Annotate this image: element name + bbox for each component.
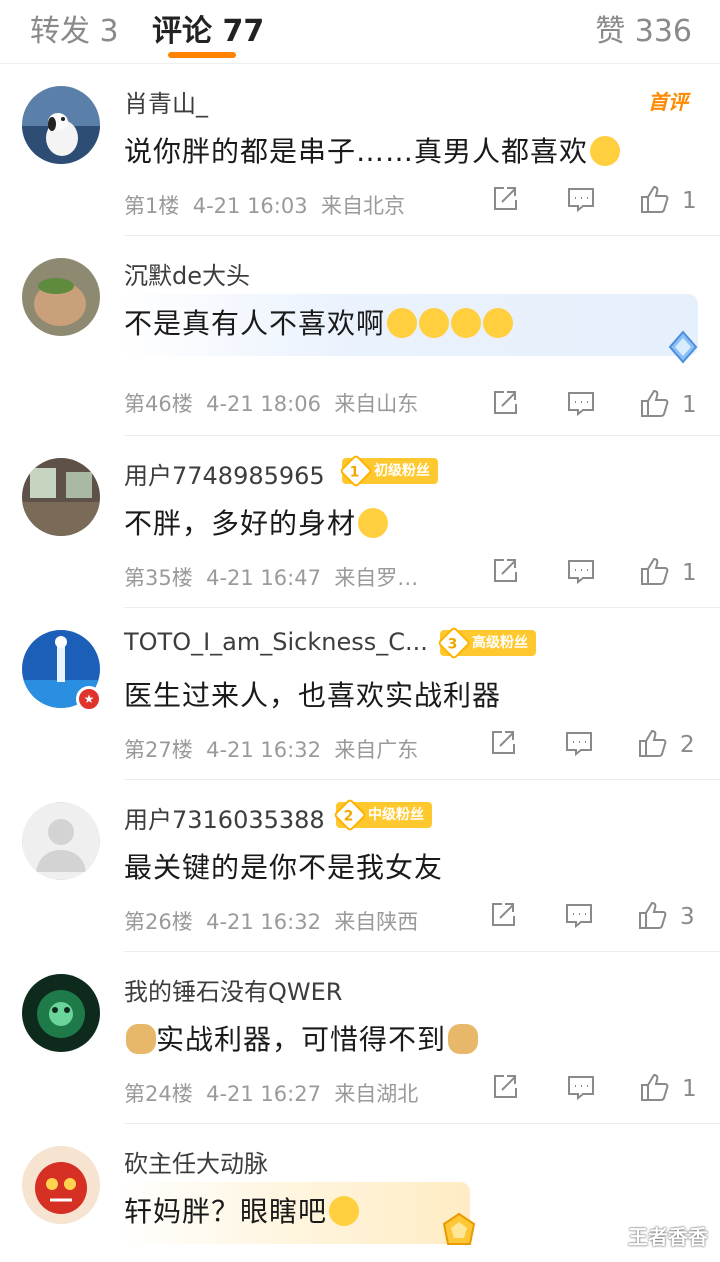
- like-icon[interactable]: [638, 728, 668, 758]
- comment-item: 沉默de大头 不是真有人不喜欢啊 第46楼 4-21 18:06 来自山东 1: [0, 236, 720, 418]
- like-icon[interactable]: [640, 184, 670, 214]
- tab-repost[interactable]: 转发 3: [30, 6, 119, 50]
- avatar[interactable]: [22, 86, 100, 164]
- verified-badge-icon: ★: [76, 686, 102, 712]
- comment-text: 不是真有人不喜欢啊: [124, 302, 514, 342]
- comment-meta: 第26楼 4-21 16:32 来自陕西: [124, 910, 419, 934]
- doge-emoji-icon: [448, 1024, 479, 1054]
- comment-text: 最关键的是你不是我女友: [124, 851, 444, 884]
- share-icon[interactable]: [488, 728, 518, 758]
- comment-item: 我的锤石没有QWER 实战利器，可惜得不到 第24楼 4-21 16:27 来自…: [0, 952, 720, 1124]
- like-count: 3: [680, 904, 695, 930]
- active-tab-indicator: [168, 52, 236, 58]
- doge-emoji-icon: [126, 1024, 156, 1054]
- smirk-emoji-icon: [329, 1196, 360, 1226]
- fan-level-badge: 2 中级粉丝: [333, 798, 432, 832]
- reply-icon[interactable]: [566, 1072, 596, 1102]
- share-icon[interactable]: [490, 184, 520, 214]
- tab-likes[interactable]: 赞 336: [595, 6, 692, 50]
- comment-item: 砍主任大动脉 轩妈胖？眼瞎吧: [0, 1124, 720, 1262]
- reply-icon[interactable]: [564, 728, 594, 758]
- username[interactable]: 沉默de大头: [124, 256, 250, 291]
- comment-meta: 第24楼 4-21 16:27 来自湖北: [124, 1082, 419, 1106]
- comment-meta: 第27楼 4-21 16:32 来自广东: [124, 738, 419, 762]
- avatar[interactable]: [22, 1146, 100, 1224]
- avatar[interactable]: [22, 458, 100, 536]
- like-icon[interactable]: [640, 388, 670, 418]
- share-icon[interactable]: [488, 900, 518, 930]
- comment-item: ★ TOTO_I_am_Sickness_C... 3 高级粉丝 医生过来人，也喜…: [0, 608, 720, 780]
- reply-icon[interactable]: [566, 184, 596, 214]
- comment-meta: 第1楼 4-21 16:03 来自北京: [124, 194, 405, 218]
- comment-item: 用户7316035388 2 中级粉丝 最关键的是你不是我女友 第26楼 4-21…: [0, 780, 720, 952]
- share-icon[interactable]: [490, 556, 520, 586]
- like-count: 1: [682, 392, 697, 418]
- like-count: 1: [682, 188, 697, 214]
- watermark: 王者香香: [628, 1225, 708, 1249]
- username[interactable]: 肖青山_: [124, 84, 208, 119]
- avatar[interactable]: [22, 258, 100, 336]
- hug-emoji-icon: [451, 308, 482, 338]
- comment-text: 实战利器，可惜得不到: [124, 1018, 479, 1058]
- fan-level-badge: 3 高级粉丝: [437, 626, 536, 660]
- comment-item: 用户7748985965 1 初级粉丝 不胖，多好的身材 第35楼 4-21 16…: [0, 436, 720, 608]
- like-count: 1: [682, 560, 697, 586]
- username[interactable]: 用户7748985965: [124, 456, 325, 491]
- like-count: 1: [682, 1076, 697, 1102]
- comment-tabs: 转发 3 评论 77 赞 336: [0, 0, 720, 64]
- share-icon[interactable]: [490, 1072, 520, 1102]
- fan-level-badge: 1 初级粉丝: [339, 454, 438, 488]
- like-icon[interactable]: [640, 1072, 670, 1102]
- like-icon[interactable]: [638, 900, 668, 930]
- like-icon[interactable]: [640, 556, 670, 586]
- laugh-cry-emoji-icon: [590, 136, 621, 166]
- username[interactable]: 用户7316035388: [124, 800, 325, 835]
- username[interactable]: TOTO_I_am_Sickness_C...: [124, 628, 428, 656]
- share-icon[interactable]: [490, 388, 520, 418]
- comment-text: 不胖，多好的身材: [124, 502, 389, 542]
- comment-text: 说你胖的都是串子……真男人都喜欢: [124, 130, 621, 170]
- reply-icon[interactable]: [566, 556, 596, 586]
- hug-emoji-icon: [483, 308, 514, 338]
- reply-icon[interactable]: [566, 388, 596, 418]
- tab-comments[interactable]: 评论 77: [152, 6, 264, 50]
- comment-meta: 第46楼 4-21 18:06 来自山东: [124, 392, 419, 416]
- username[interactable]: 我的锤石没有QWER: [124, 972, 342, 1007]
- hug-emoji-icon: [419, 308, 450, 338]
- reply-icon[interactable]: [564, 900, 594, 930]
- diamond-decoration-icon: [668, 330, 698, 364]
- gold-gem-decoration-icon: [442, 1212, 476, 1245]
- avatar[interactable]: [22, 974, 100, 1052]
- heart-eyes-emoji-icon: [358, 508, 389, 538]
- comment-item: 肖青山_ 首评 说你胖的都是串子……真男人都喜欢 第1楼 4-21 16:03 …: [0, 64, 720, 236]
- comment-text: 轩妈胖？眼瞎吧: [124, 1190, 360, 1230]
- comment-meta: 第35楼 4-21 16:47 来自罗…: [124, 566, 419, 590]
- like-count: 2: [680, 732, 695, 758]
- avatar[interactable]: [22, 802, 100, 880]
- first-comment-badge: 首评: [648, 90, 688, 114]
- comment-text: 医生过来人，也喜欢实战利器: [124, 679, 502, 712]
- hug-emoji-icon: [387, 308, 418, 338]
- username[interactable]: 砍主任大动脉: [124, 1144, 268, 1179]
